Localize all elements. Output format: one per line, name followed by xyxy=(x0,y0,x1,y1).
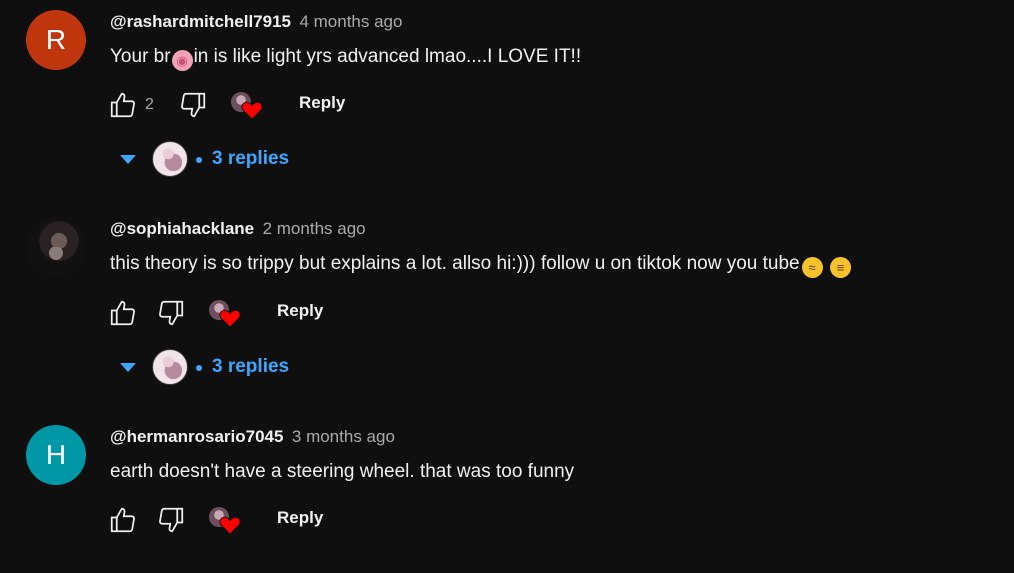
thumbs-up-icon[interactable] xyxy=(108,298,138,328)
separator-dot xyxy=(196,365,202,371)
laughing-emoji: ≈ xyxy=(801,257,823,278)
timestamp[interactable]: 4 months ago xyxy=(299,12,402,31)
thumbs-down-icon[interactable] xyxy=(156,505,186,535)
heart-icon xyxy=(219,309,241,328)
creator-heart-icon xyxy=(231,92,265,122)
comment-text-part: Your br xyxy=(110,46,171,67)
author-name[interactable]: @rashardmitchell7915 xyxy=(110,12,291,31)
caret-down-icon xyxy=(120,363,136,372)
comment-text: Your br ◉ in is like light yrs advanced lm… xyxy=(110,46,581,71)
avatar[interactable] xyxy=(26,217,86,277)
caret-down-icon xyxy=(120,155,136,164)
author-name[interactable]: @sophiahacklane xyxy=(110,219,254,238)
avatar[interactable]: R xyxy=(26,10,86,70)
like-count: 2 xyxy=(145,96,154,113)
avatar-letter: H xyxy=(45,439,67,470)
reply-button[interactable]: Reply xyxy=(299,93,345,113)
heart-icon xyxy=(219,516,241,535)
timestamp[interactable]: 3 months ago xyxy=(292,427,395,446)
timestamp[interactable]: 2 months ago xyxy=(263,219,366,238)
separator-dot xyxy=(196,157,202,163)
comment-text: this theory is so trippy but explains a … xyxy=(110,253,851,278)
creator-heart-icon xyxy=(209,300,243,330)
thumbs-down-icon[interactable] xyxy=(178,90,208,120)
thumbs-up-icon[interactable] xyxy=(108,90,138,120)
comment-text: earth doesn't have a steering wheel. tha… xyxy=(110,461,574,483)
heart-icon xyxy=(241,101,263,120)
comment-text-part: earth doesn't have a steering wheel. tha… xyxy=(110,461,575,482)
brain-emoji: ◉ xyxy=(171,50,193,71)
comment-header: @sophiahacklane 2 months ago xyxy=(110,219,366,239)
creator-avatar xyxy=(152,349,188,385)
replies-count-label: 3 replies xyxy=(212,356,290,377)
author-name[interactable]: @hermanrosario7045 xyxy=(110,427,283,446)
thumbs-up-icon[interactable] xyxy=(108,505,138,535)
reply-button[interactable]: Reply xyxy=(277,508,323,528)
grinning-emoji: ≡ xyxy=(829,257,851,278)
creator-heart-icon xyxy=(209,507,243,537)
avatar[interactable]: H xyxy=(26,425,86,485)
comment-header: @rashardmitchell7915 4 months ago xyxy=(110,12,402,32)
comment-header: @hermanrosario7045 3 months ago xyxy=(110,427,395,447)
comment-text-part: this theory is so trippy but explains a … xyxy=(110,253,800,274)
creator-avatar xyxy=(152,141,188,177)
comment-text-part: in is like light yrs advanced lmao....I … xyxy=(193,46,582,67)
thumbs-down-icon[interactable] xyxy=(156,298,186,328)
reply-button[interactable]: Reply xyxy=(277,301,323,321)
avatar-letter: R xyxy=(45,24,67,55)
replies-count-label: 3 replies xyxy=(212,148,290,169)
